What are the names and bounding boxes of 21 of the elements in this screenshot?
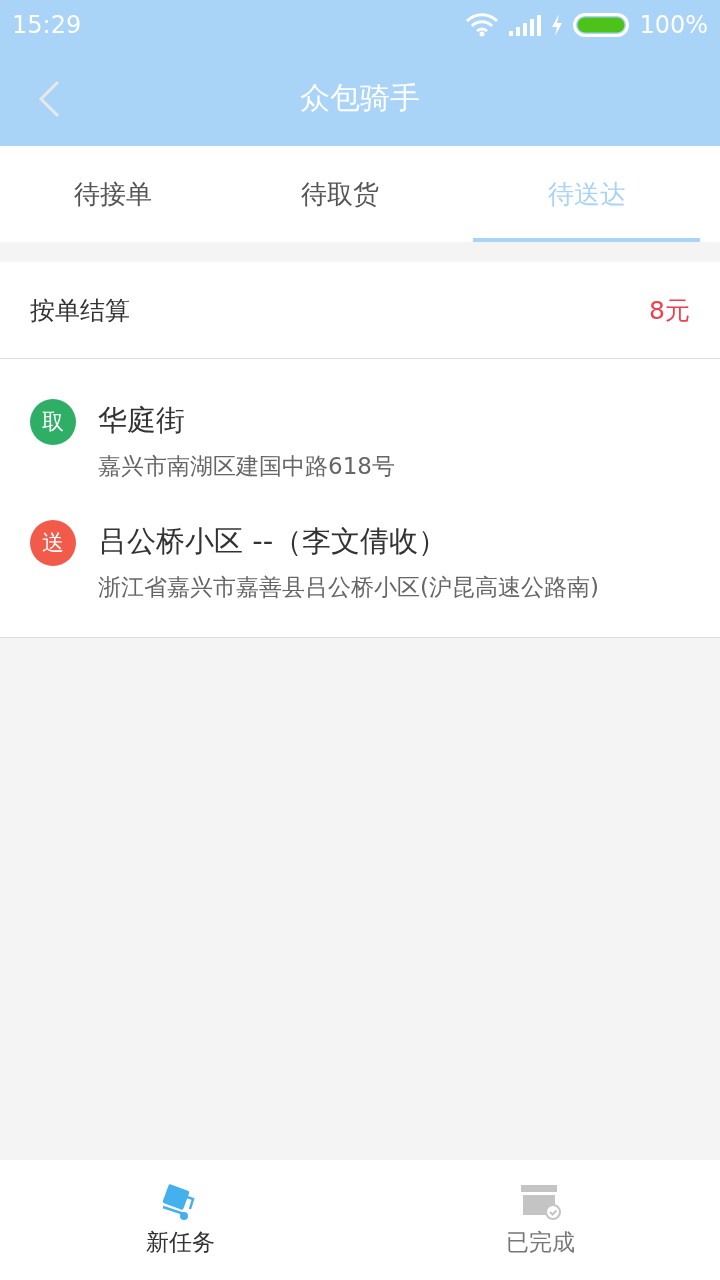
back-icon[interactable]	[38, 80, 60, 118]
status-time: 15:29	[12, 11, 82, 39]
page-title: 众包骑手	[300, 78, 420, 117]
stop-address: 浙江省嘉兴市嘉善县吕公桥小区(沪昆高速公路南)	[98, 573, 599, 602]
battery-icon	[573, 13, 630, 37]
battery-percent: 100%	[639, 11, 708, 39]
settlement-label: 按单结算	[30, 294, 130, 327]
stop-badge: 取	[30, 399, 76, 445]
signal-icon	[509, 14, 542, 36]
charging-icon	[551, 14, 564, 36]
stop-address: 嘉兴市南湖区建国中路618号	[98, 452, 395, 481]
archive-check-icon	[519, 1182, 561, 1221]
stop-badge: 送	[30, 520, 76, 566]
stop-name: 华庭街	[98, 402, 186, 439]
tab[interactable]: 待取货	[226, 146, 454, 242]
stop-name: 吕公桥小区 --（李文倩收）	[98, 523, 449, 560]
nav-tab[interactable]: 新任务	[0, 1160, 360, 1280]
wifi-icon	[465, 13, 500, 37]
tab[interactable]: 待接单	[0, 146, 227, 242]
fee-amount: 8元	[649, 294, 690, 327]
nav-tab[interactable]: 已完成	[360, 1160, 720, 1280]
